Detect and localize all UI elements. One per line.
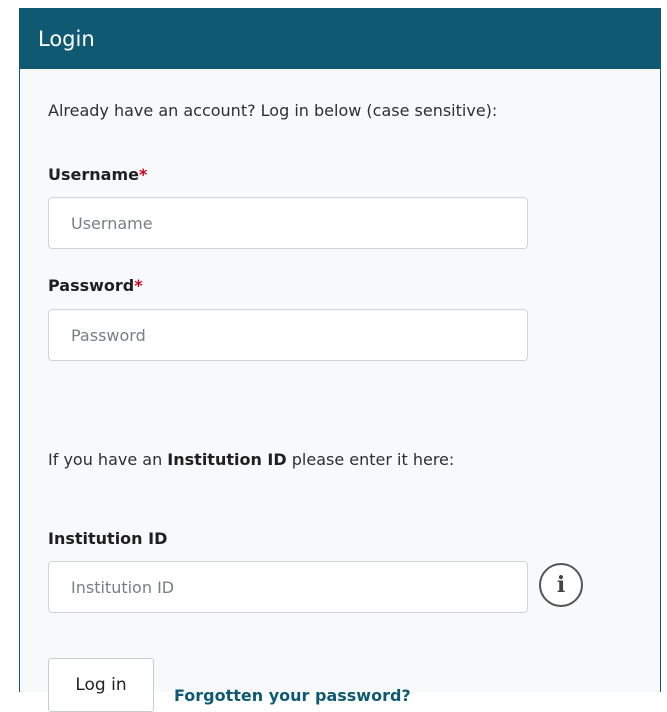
institution-label: Institution ID	[48, 529, 167, 548]
forgot-password-link[interactable]: Forgotten your password?	[174, 686, 411, 705]
institution-note: If you have an Institution ID please ent…	[48, 447, 518, 473]
username-label-text: Username	[48, 165, 139, 184]
intro-text: Already have an account? Log in below (c…	[48, 101, 498, 120]
institution-note-suffix: please enter it here:	[286, 450, 455, 469]
password-input[interactable]	[48, 309, 528, 361]
username-input[interactable]	[48, 197, 528, 249]
info-icon[interactable]: i	[539, 563, 583, 607]
password-label: Password*	[48, 276, 143, 295]
institution-label-text: Institution ID	[48, 529, 168, 548]
login-button[interactable]: Log in	[48, 658, 154, 712]
institution-input[interactable]	[48, 561, 528, 613]
panel-title: Login	[38, 27, 95, 51]
info-icon-glyph: i	[556, 572, 566, 598]
username-label: Username*	[48, 165, 147, 184]
required-marker: *	[138, 165, 148, 184]
panel-header: Login	[20, 9, 660, 69]
login-panel: Login Already have an account? Log in be…	[19, 8, 661, 712]
institution-note-bold: Institution ID	[167, 450, 287, 469]
required-marker: *	[134, 276, 143, 295]
password-label-text: Password	[48, 276, 135, 295]
institution-note-prefix: If you have an	[48, 450, 168, 469]
